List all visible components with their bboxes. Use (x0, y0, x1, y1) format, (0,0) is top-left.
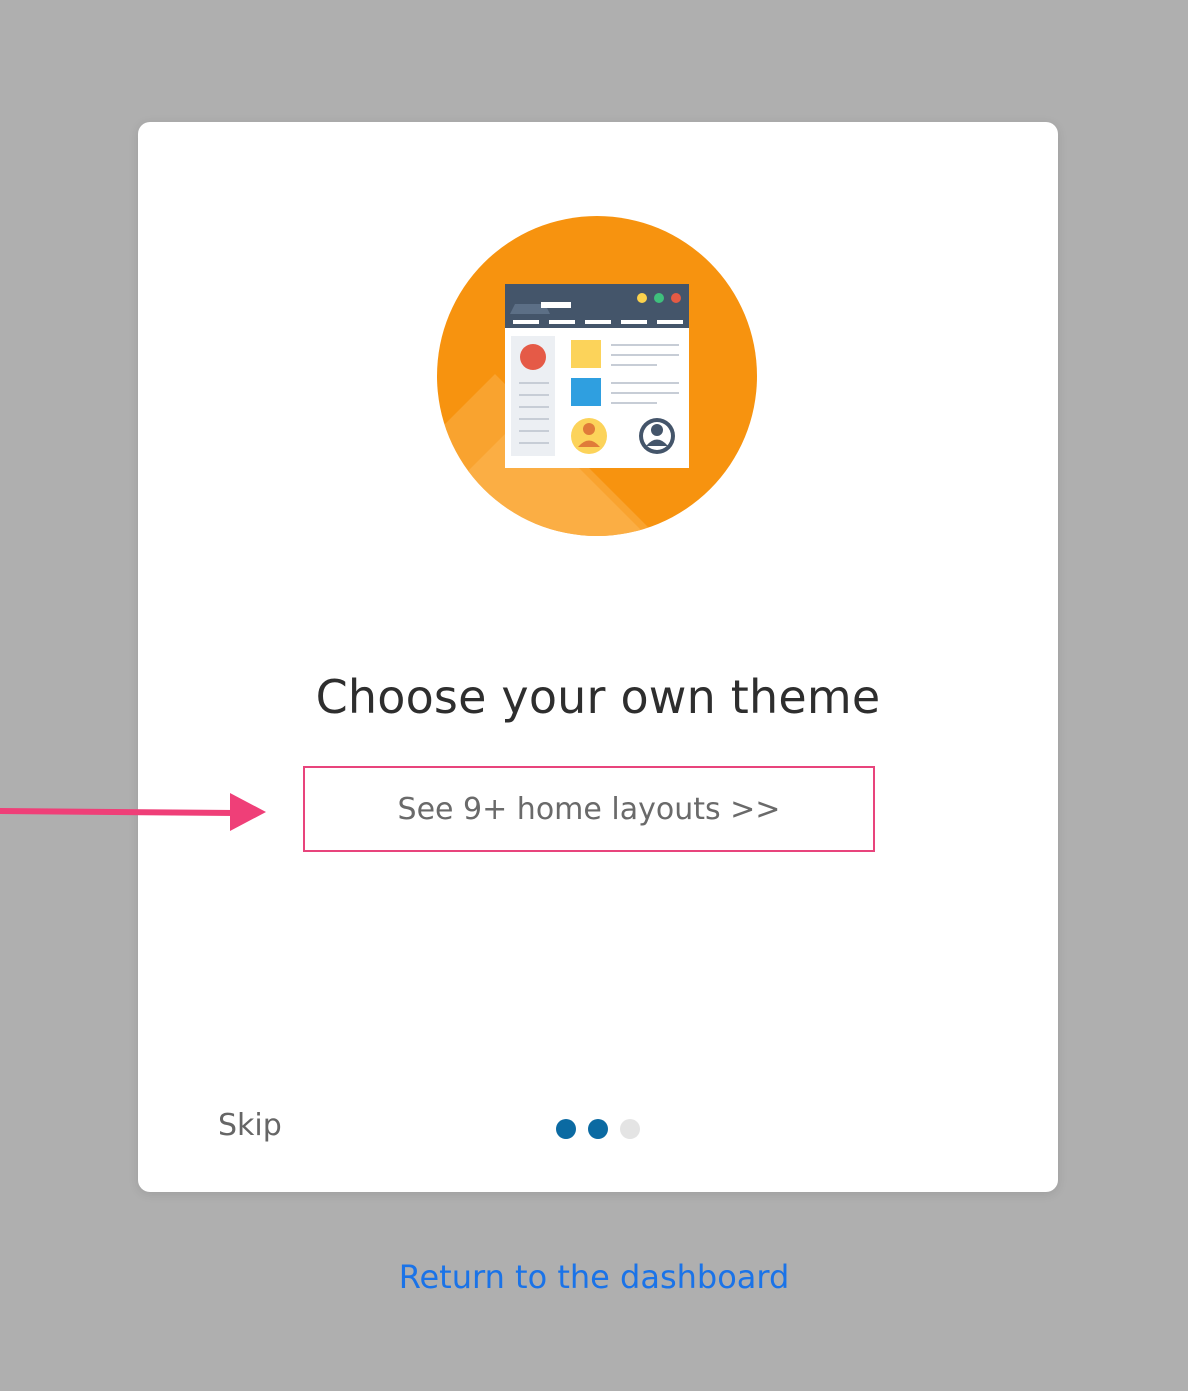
pagination-dot-2[interactable] (588, 1119, 608, 1139)
pagination-dot-1[interactable] (556, 1119, 576, 1139)
page-title: Choose your own theme (315, 670, 881, 724)
browser-window-icon (437, 216, 757, 536)
pagination-dots (556, 1119, 640, 1139)
see-home-layouts-label: See 9+ home layouts >> (397, 791, 781, 827)
see-home-layouts-button[interactable]: See 9+ home layouts >> (303, 766, 875, 852)
onboarding-card: Choose your own theme See 9+ home layout… (138, 122, 1058, 1192)
annotation-arrow-icon (0, 793, 266, 831)
return-to-dashboard-link[interactable]: Return to the dashboard (0, 1258, 1188, 1296)
skip-button[interactable]: Skip (218, 1108, 282, 1143)
pagination-dot-3[interactable] (620, 1119, 640, 1139)
